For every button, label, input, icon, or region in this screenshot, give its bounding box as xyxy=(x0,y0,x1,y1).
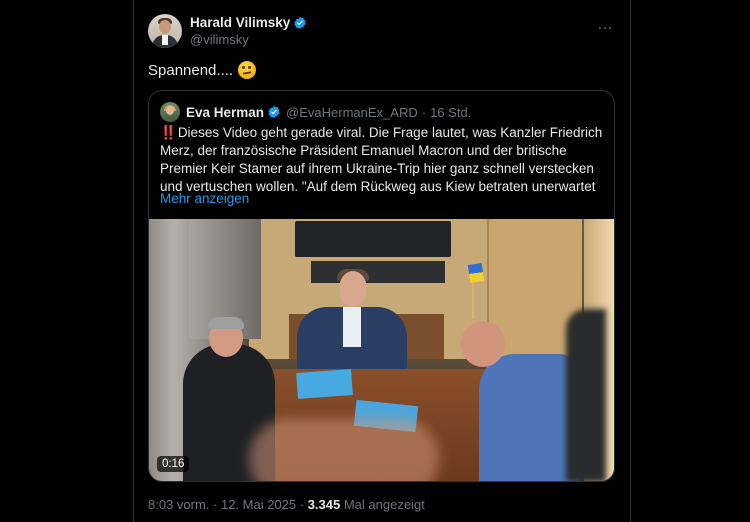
views-label: Mal angezeigt xyxy=(340,497,425,512)
tweet-text: Spannend.... xyxy=(148,61,257,79)
quoted-author-handle[interactable]: @EvaHermanEx_ARD xyxy=(286,105,418,120)
quoted-tweet-text-content: Dieses Video geht gerade viral. Die Frag… xyxy=(160,125,603,194)
quoted-tweet-text: ‼️ Dieses Video geht gerade viral. Die Fr… xyxy=(160,124,608,196)
video-duration-badge: 0:16 xyxy=(157,456,190,472)
tweet-author[interactable]: Harald Vilimsky @vilimsky xyxy=(148,14,307,48)
separator-dot: · xyxy=(421,104,427,120)
show-more-link[interactable]: Mehr anzeigen xyxy=(160,191,249,206)
quoted-tweet-time[interactable]: 16 Std. xyxy=(430,105,471,120)
author-handle[interactable]: @vilimsky xyxy=(190,31,307,48)
quoted-tweet[interactable]: Eva Herman @EvaHermanEx_ARD · 16 Std. ‼️… xyxy=(148,90,615,482)
tweet-column: Harald Vilimsky @vilimsky … Spannend....… xyxy=(133,0,631,522)
double-exclamation-emoji-icon: ‼️ xyxy=(160,125,177,140)
verified-badge-icon xyxy=(294,16,306,29)
verified-badge-icon xyxy=(268,105,280,119)
author-display-name-row[interactable]: Harald Vilimsky xyxy=(190,14,307,31)
tweet-text-content: Spannend.... xyxy=(148,61,234,79)
quoted-author-name[interactable]: Eva Herman xyxy=(186,105,264,120)
quoted-tweet-header: Eva Herman @EvaHermanEx_ARD · 16 Std. xyxy=(160,102,471,122)
more-options-icon[interactable]: … xyxy=(597,16,614,34)
tweet-meta: 8:03 vorm. · 12. Mai 2025 · 3.345 Mal an… xyxy=(148,497,425,512)
author-names: Harald Vilimsky @vilimsky xyxy=(190,14,307,48)
author-avatar[interactable] xyxy=(148,14,182,48)
author-display-name[interactable]: Harald Vilimsky xyxy=(190,14,290,31)
quoted-author-avatar[interactable] xyxy=(160,102,180,122)
views-count: 3.345 xyxy=(307,497,341,512)
video-player[interactable]: 0:16 xyxy=(149,219,614,481)
tweet-timestamp[interactable]: 8:03 vorm. · 12. Mai 2025 · xyxy=(148,497,308,512)
thinking-face-emoji-icon xyxy=(238,61,257,79)
